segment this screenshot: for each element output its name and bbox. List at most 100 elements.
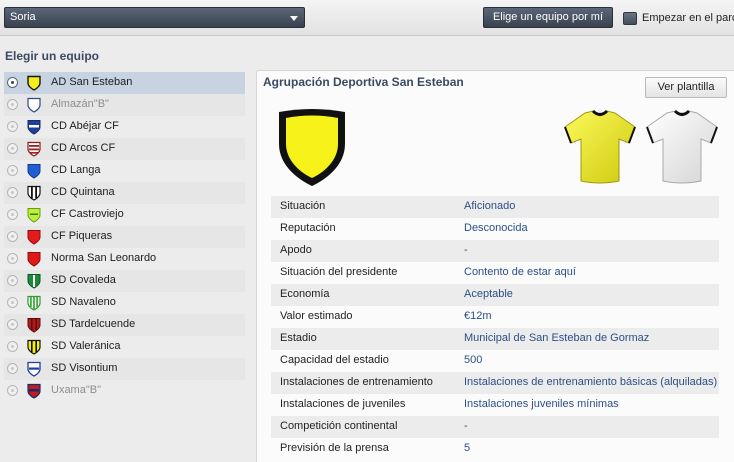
team-list: AD San Esteban Almazán"B" CD Abéjar CF C… [4,72,245,402]
chevron-down-icon [290,16,298,21]
radio-button[interactable] [7,297,18,308]
start-checkbox-label: Empezar en el parc [642,12,734,24]
team-name: Almazán"B" [51,98,109,110]
radio-button[interactable] [7,209,18,220]
team-row[interactable]: SD Visontium [4,358,245,380]
team-name: CD Quintana [51,186,115,198]
team-row[interactable]: SD Covaleda [4,270,245,292]
info-label: Instalaciones de juveniles [280,398,406,410]
club-detail-panel: Agrupación Deportiva San Esteban Ver pla… [256,70,734,462]
club-shield-icon [27,295,41,311]
info-row: Capacidad del estadio 500 [271,350,719,372]
team-name: Norma San Leonardo [51,252,157,264]
pick-team-for-me-button[interactable]: Elige un equipo por mí [483,7,613,28]
team-name: CD Abéjar CF [51,120,119,132]
info-label: Situación [280,200,326,212]
info-value: Aficionado [464,200,516,212]
team-name: CF Castroviejo [51,208,124,220]
info-row: Situación del presidente Contento de est… [271,262,719,284]
info-row: Instalaciones de juveniles Instalaciones… [271,394,719,416]
team-name: SD Tardelcuende [51,318,136,330]
team-row[interactable]: CF Piqueras [4,226,245,248]
radio-button[interactable] [7,275,18,286]
info-row: Economía Aceptable [271,284,719,306]
info-row: Valor estimado €12m [271,306,719,328]
team-name: CD Arcos CF [51,142,116,154]
club-shield-icon [27,230,41,245]
radio-button[interactable] [7,187,18,198]
info-label: Estadio [280,332,317,344]
away-kit-icon [646,109,718,184]
team-row[interactable]: SD Navaleno [4,292,245,314]
info-label: Economía [280,288,330,300]
team-name: SD Valeránica [51,340,121,352]
club-shield-icon [27,185,41,201]
info-value: Instalaciones de entrenamiento básicas (… [464,376,718,388]
club-shield-icon [27,339,41,355]
info-value: Aceptable [464,288,513,300]
team-name: CD Langa [51,164,101,176]
region-dropdown[interactable]: Soria [4,7,305,28]
info-label: Previsión de la prensa [280,442,389,454]
radio-button[interactable] [7,165,18,176]
club-shield-icon [27,274,41,289]
team-row[interactable]: CD Langa [4,160,245,182]
info-value: €12m [464,310,492,322]
info-label: Apodo [280,244,312,256]
radio-button[interactable] [7,143,18,154]
team-row[interactable]: CD Arcos CF [4,138,245,160]
radio-button[interactable] [7,363,18,374]
team-name: SD Covaleda [51,274,116,286]
info-value: Municipal de San Esteban de Gormaz [464,332,650,344]
team-row[interactable]: Norma San Leonardo [4,248,245,270]
info-row: Previsión de la prensa 5 [271,438,719,460]
radio-button-selected[interactable] [7,77,18,88]
info-row: Estadio Municipal de San Esteban de Gorm… [271,328,719,350]
info-row: Instalaciones de entrenamiento Instalaci… [271,372,719,394]
team-row[interactable]: SD Valeránica [4,336,245,358]
view-squad-button[interactable]: Ver plantilla [645,77,727,98]
home-kit-icon [564,109,636,184]
team-name: SD Visontium [51,362,118,374]
radio-button[interactable] [7,99,18,110]
radio-button[interactable] [7,341,18,352]
club-shield-icon [27,141,41,157]
radio-button[interactable] [7,385,18,396]
team-name: CF Piqueras [51,230,113,242]
info-value: - [464,244,468,256]
info-label: Instalaciones de entrenamiento [280,376,433,388]
team-row[interactable]: CF Castroviejo [4,204,245,226]
club-info-table: Situación Aficionado Reputación Desconoc… [271,196,719,460]
info-label: Capacidad del estadio [280,354,389,366]
club-shield-icon [27,318,41,333]
club-shield-icon [27,383,41,399]
radio-button[interactable] [7,319,18,330]
club-shield-icon [27,120,41,135]
team-row[interactable]: Almazán"B" [4,94,245,116]
info-row: Apodo - [271,240,719,262]
info-row: Reputación Desconocida [271,218,719,240]
info-row: Situación Aficionado [271,196,719,218]
club-shield-icon [27,75,41,91]
club-crest-icon [279,109,345,186]
team-row[interactable]: CD Abéjar CF [4,116,245,138]
info-row: Competición continental - [271,416,719,438]
radio-button[interactable] [7,231,18,242]
team-row[interactable]: Uxama"B" [4,380,245,402]
region-dropdown-value: Soria [10,11,36,23]
info-label: Situación del presidente [280,266,398,278]
info-value: 500 [464,354,483,366]
radio-button[interactable] [7,253,18,264]
radio-button[interactable] [7,121,18,132]
team-row[interactable]: CD Quintana [4,182,245,204]
start-unemployed-checkbox[interactable] [623,12,637,25]
club-shield-icon [27,252,41,267]
info-value: - [464,420,468,432]
top-toolbar: Soria Elige un equipo por mí Empezar en … [0,0,734,36]
info-value: Desconocida [464,222,528,234]
club-shield-icon [27,361,41,377]
info-value: Instalaciones juveniles mínimas [464,398,619,410]
club-shield-icon [27,208,41,223]
team-row[interactable]: SD Tardelcuende [4,314,245,336]
team-row[interactable]: AD San Esteban [4,72,245,94]
